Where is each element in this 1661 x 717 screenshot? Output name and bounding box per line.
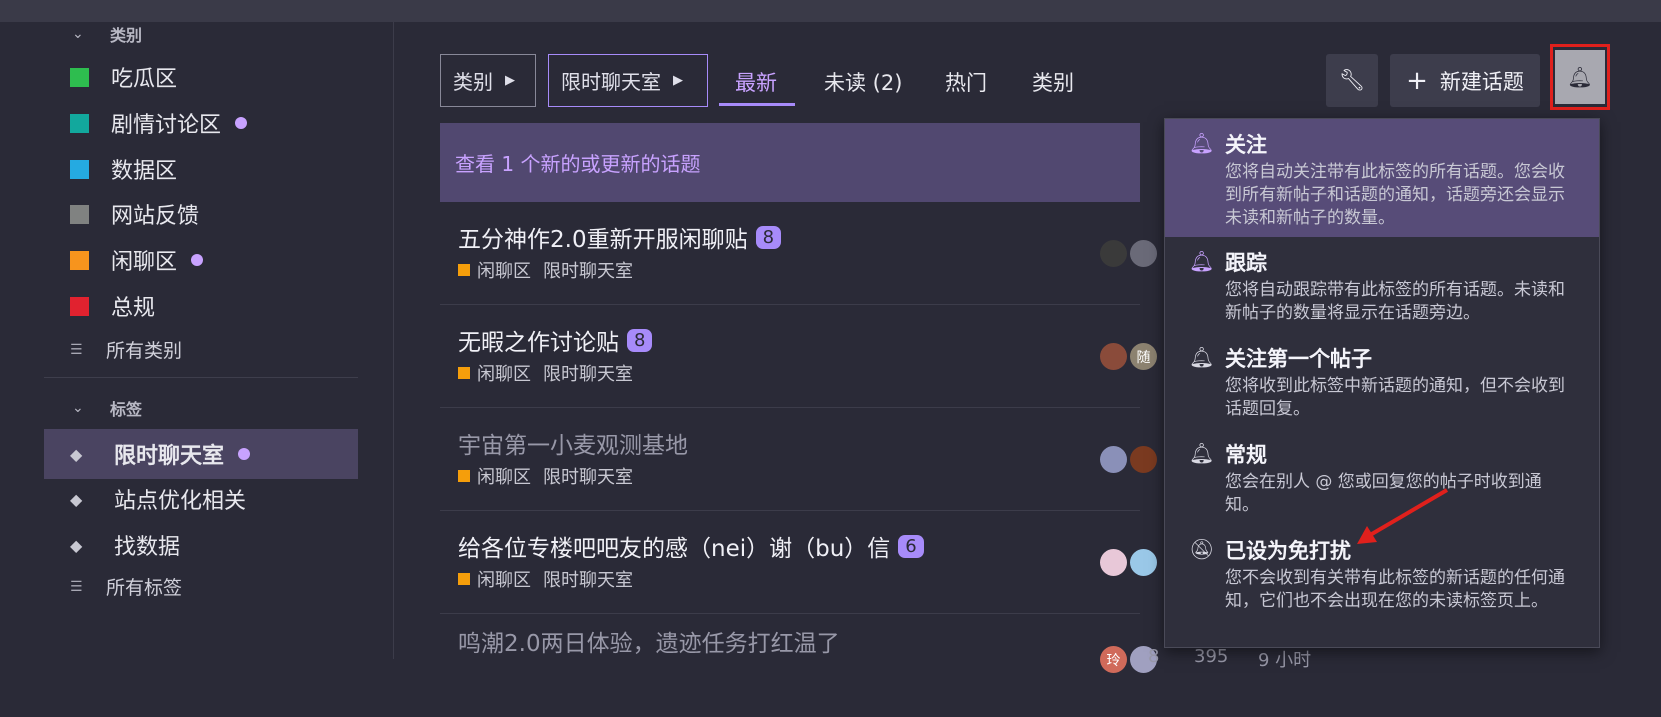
unread-dot [235, 117, 248, 129]
category-color-badge [70, 159, 89, 179]
sidebar-item-category[interactable]: 网站反馈 [70, 195, 199, 233]
sidebar-item-tag[interactable]: ◆ 找数据 [44, 520, 358, 570]
red-annotation-arrow [1357, 488, 1449, 544]
view-count: 395 [1194, 646, 1229, 667]
bell-icon: 🔔︎ [1189, 249, 1215, 273]
sidebar-item-category[interactable]: 总规 [70, 287, 155, 325]
unread-count-badge: 8 [627, 328, 653, 352]
bell-alert-icon: 🔔︎ [1189, 345, 1215, 369]
topic-meta: 闲聊区 限时聊天室 [458, 257, 633, 283]
unread-count-badge: 8 [755, 225, 782, 249]
topic-row[interactable]: 宇宙第一小麦观测基地 闲聊区 限时聊天室 [440, 408, 1157, 511]
tab-unread[interactable]: 未读 (2) [824, 67, 902, 97]
avatar[interactable]: 玲 [1100, 646, 1127, 673]
category-breadcrumb-dropdown[interactable]: 类别 ▶ [440, 54, 536, 107]
tab-top[interactable]: 热门 [945, 67, 987, 97]
notification-level-menu: 🔔︎ 关注 您将自动关注带有此标签的所有话题。您会收到所有新帖子和话题的通知，话… [1164, 118, 1600, 648]
bell-outline-icon: 🔔︎ [1189, 441, 1215, 465]
new-topic-button[interactable]: + 新建话题 [1390, 54, 1540, 107]
menu-item-tracking[interactable]: 🔔︎ 跟踪 您将自动跟踪带有此标签的所有话题。未读和新帖子的数量将显示在话题旁边… [1165, 237, 1599, 333]
tag-icon: ◆ [70, 535, 83, 555]
sidebar-item-tag-active[interactable]: ◆ 限时聊天室 [44, 429, 358, 479]
topic-meta: 闲聊区 限时聊天室 [458, 360, 633, 386]
avatar[interactable] [1130, 446, 1157, 473]
topic-title[interactable]: 给各位专楼吧吧友的感（nei）谢（bu）信 6 [458, 529, 924, 563]
sidebar-item-category[interactable]: 闲聊区 [70, 241, 204, 279]
avatar[interactable]: 随 [1130, 343, 1157, 370]
topic-row[interactable]: 给各位专楼吧吧友的感（nei）谢（bu）信 6 闲聊区 限时聊天室 [440, 511, 1157, 614]
reply-count: 8 [1148, 646, 1160, 667]
tag-admin-button[interactable]: 🔧︎ [1326, 54, 1378, 107]
category-color-badge [70, 113, 89, 133]
new-topics-banner[interactable]: 查看 1 个新的或更新的话题 [440, 123, 1140, 202]
chevron-down-icon: ⌄ [72, 400, 84, 416]
tag-icon: ◆ [70, 444, 83, 464]
category-color-badge [70, 250, 89, 270]
activity-age: 9 小时 [1258, 650, 1312, 671]
active-tab-underline [719, 103, 795, 106]
avatar[interactable] [1100, 343, 1127, 370]
topic-meta: 闲聊区 限时聊天室 [458, 566, 633, 592]
category-color-badge [70, 296, 89, 316]
poster-avatars [1100, 446, 1160, 473]
topic-row[interactable]: 无暇之作讨论贴 8 闲聊区 限时聊天室 随 [440, 305, 1157, 408]
topic-row[interactable]: 五分神作2.0重新开服闲聊贴 8 闲聊区 限时聊天室 [440, 202, 1157, 305]
category-color-badge [70, 67, 89, 87]
poster-avatars [1100, 240, 1160, 267]
topic-title[interactable]: 五分神作2.0重新开服闲聊贴 8 [458, 220, 782, 254]
tab-latest[interactable]: 最新 [735, 67, 777, 97]
bell-alert-icon: 🔔︎ [1189, 131, 1215, 155]
category-color-badge [458, 264, 470, 276]
category-color-badge [458, 573, 470, 585]
tab-categories[interactable]: 类别 [1032, 67, 1074, 97]
sidebar-item-category[interactable]: 剧情讨论区 [70, 104, 248, 142]
unread-count-badge: 6 [898, 534, 924, 558]
bell-alert-icon: 🔔︎ [1567, 65, 1593, 89]
notification-button-inner: 🔔︎ [1555, 50, 1605, 104]
plus-icon: + [1406, 65, 1428, 96]
avatar[interactable] [1130, 549, 1157, 576]
category-color-badge [458, 367, 470, 379]
topic-title[interactable]: 无暇之作讨论贴 8 [458, 323, 653, 357]
avatar[interactable] [1100, 549, 1127, 576]
sidebar-item-all-tags[interactable]: ☰ 所有标签 [70, 573, 182, 600]
sidebar-item-category[interactable]: 数据区 [70, 150, 177, 188]
sidebar-item-all-categories[interactable]: ☰ 所有类别 [70, 336, 182, 363]
sidebar: ⌄ 类别 吃瓜区 剧情讨论区 数据区 网站反馈 闲聊区 总规 ☰ 所有类别 ⌄ … [0, 22, 394, 659]
category-color-badge [70, 204, 89, 224]
avatar[interactable] [1100, 446, 1127, 473]
unread-dot [191, 254, 204, 266]
poster-avatars [1100, 549, 1160, 576]
menu-item-watching[interactable]: 🔔︎ 关注 您将自动关注带有此标签的所有话题。您会收到所有新帖子和话题的通知，话… [1165, 119, 1599, 237]
notification-level-button[interactable]: 🔔︎ [1550, 44, 1610, 110]
tag-icon: ◆ [70, 489, 83, 509]
sidebar-divider [44, 377, 358, 378]
tags-section-header[interactable]: ⌄ 标签 [72, 396, 142, 420]
unread-dot [238, 448, 251, 460]
topic-meta: 闲聊区 限时聊天室 [458, 463, 633, 489]
poster-avatars: 随 [1100, 343, 1160, 370]
wrench-icon: 🔧︎ [1338, 68, 1366, 92]
category-color-badge [458, 470, 470, 482]
sidebar-item-category[interactable]: 吃瓜区 [70, 58, 177, 96]
caret-right-icon: ▶ [505, 73, 515, 88]
categories-section-header[interactable]: ⌄ 类别 [72, 22, 142, 46]
avatar[interactable] [1100, 240, 1127, 267]
topic-row[interactable]: 鸣潮2.0两日体验，遗迹任务打红温了 玲 [440, 614, 1157, 717]
chevron-down-icon: ⌄ [72, 26, 84, 42]
bell-slash-icon: 🔕︎ [1189, 537, 1215, 561]
tag-breadcrumb-dropdown[interactable]: 限时聊天室 ▶ [548, 54, 708, 107]
avatar[interactable] [1130, 240, 1157, 267]
topic-title[interactable]: 宇宙第一小麦观测基地 [458, 426, 688, 460]
list-icon: ☰ [70, 341, 83, 358]
top-bar [0, 0, 1661, 22]
caret-right-icon: ▶ [673, 73, 683, 88]
list-icon: ☰ [70, 578, 83, 595]
topic-title[interactable]: 鸣潮2.0两日体验，遗迹任务打红温了 [458, 624, 840, 658]
sidebar-item-tag[interactable]: ◆ 站点优化相关 [44, 474, 358, 524]
menu-item-watching-first-post[interactable]: 🔔︎ 关注第一个帖子 您将收到此标签中新话题的通知，但不会收到话题回复。 [1165, 333, 1599, 429]
